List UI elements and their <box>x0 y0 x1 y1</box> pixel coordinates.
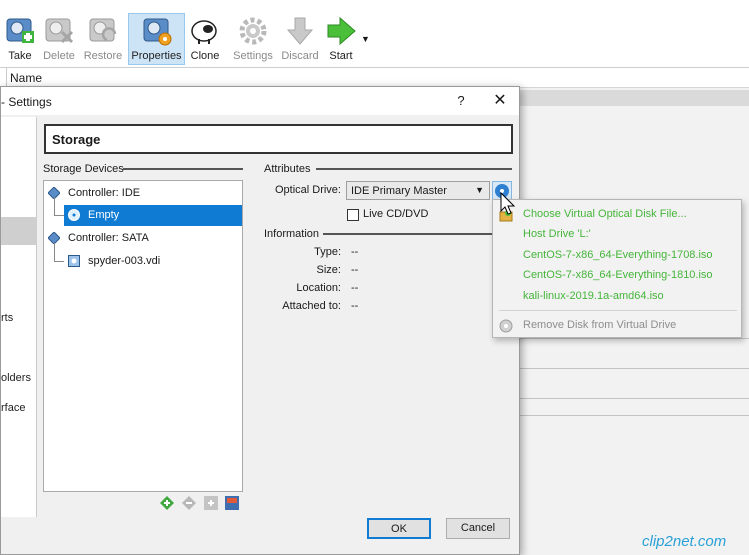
settings-button[interactable]: Settings <box>231 14 275 66</box>
tree-connector <box>54 197 55 215</box>
type-label: Type: <box>314 246 341 258</box>
menu-item-iso[interactable]: CentOS-7-x86_64-Everything-1708.iso <box>523 249 713 261</box>
chevron-down-icon: ▼ <box>475 185 484 195</box>
sheep-icon <box>191 20 217 44</box>
category-fragment[interactable]: rts <box>1 312 13 324</box>
page-title: Storage <box>52 132 101 147</box>
clone-label: Clone <box>190 50 220 62</box>
location-label: Location: <box>296 282 341 294</box>
dialog-titlebar: - Settings ? ✕ <box>1 87 519 115</box>
take-snapshot-icon <box>6 18 34 43</box>
take-snapshot-button[interactable]: Take <box>2 14 38 66</box>
attached-to-value: -- <box>351 300 359 312</box>
tree-connector <box>54 215 64 216</box>
menu-item-choose-file[interactable]: Choose Virtual Optical Disk File... <box>523 208 687 220</box>
restore-snapshot-icon <box>89 18 117 42</box>
start-dropdown-icon[interactable]: ▼ <box>361 34 370 44</box>
settings-dialog: - Settings ? ✕ rts olders rface Storage … <box>0 86 520 555</box>
storage-devices-label: Storage Devices <box>43 163 124 175</box>
tree-disk-empty[interactable]: Empty <box>64 205 242 226</box>
optical-disc-icon <box>68 209 80 221</box>
page-title-box: Storage <box>44 124 513 154</box>
tree-connector <box>54 243 55 261</box>
ok-button[interactable]: OK <box>367 518 431 539</box>
tree-controller-sata[interactable]: Controller: SATA <box>44 228 242 249</box>
hard-disk-icon <box>68 255 80 267</box>
delete-snapshot-button[interactable]: Delete <box>40 14 78 66</box>
header-divider <box>6 68 7 88</box>
group-rule <box>316 168 512 170</box>
start-button[interactable]: Start <box>323 14 359 66</box>
properties-icon <box>143 18 171 46</box>
menu-item-iso[interactable]: CentOS-7-x86_64-Everything-1810.iso <box>523 269 713 281</box>
menu-item-iso[interactable]: kali-linux-2019.1a-amd64.iso <box>523 290 664 302</box>
discard-label: Discard <box>281 50 319 62</box>
details-divider <box>520 415 749 416</box>
properties-button[interactable]: Properties <box>128 13 185 65</box>
category-fragment[interactable]: olders <box>1 372 31 384</box>
restore-snapshot-button[interactable]: Restore <box>82 14 124 66</box>
gear-icon <box>239 17 267 45</box>
live-cd-checkbox[interactable] <box>347 209 359 221</box>
close-button[interactable]: ✕ <box>489 91 511 111</box>
optical-drive-value: IDE Primary Master <box>351 185 447 197</box>
category-fragment[interactable]: rface <box>1 402 25 414</box>
details-divider <box>520 398 749 399</box>
remove-attachment-icon[interactable] <box>224 495 240 511</box>
arrow-down-icon <box>286 17 314 45</box>
main-toolbar: Take Delete Restore Properties Clone Set… <box>0 0 749 68</box>
menu-separator <box>499 310 737 311</box>
size-value: -- <box>351 264 359 276</box>
attributes-label: Attributes <box>264 163 311 175</box>
remove-disk-icon <box>499 319 513 333</box>
discard-button[interactable]: Discard <box>280 14 320 66</box>
delete-snapshot-icon <box>45 18 74 44</box>
optical-disk-menu: Choose Virtual Optical Disk File... Host… <box>492 199 742 338</box>
attached-to-label: Attached to: <box>282 300 341 312</box>
take-label: Take <box>8 50 32 62</box>
optical-drive-label: Optical Drive: <box>274 184 341 196</box>
add-controller-icon[interactable] <box>159 495 175 511</box>
tree-label: Controller: SATA <box>68 232 149 244</box>
restore-label: Restore <box>83 50 123 62</box>
details-divider <box>520 338 749 339</box>
help-button[interactable]: ? <box>450 91 472 111</box>
properties-label: Properties <box>131 50 182 62</box>
tree-label: Empty <box>88 209 120 221</box>
watermark-logo: clip2net.com <box>642 533 727 550</box>
tree-label: spyder-003.vdi <box>88 255 161 267</box>
optical-drive-select[interactable]: IDE Primary Master ▼ <box>346 181 490 200</box>
menu-item-host-drive[interactable]: Host Drive 'L:' <box>523 228 591 240</box>
type-value: -- <box>351 246 359 258</box>
category-storage-selected[interactable] <box>1 217 37 245</box>
storage-tree[interactable]: Controller: IDE Empty Controller: SATA s… <box>43 180 243 492</box>
location-value: -- <box>351 282 359 294</box>
start-label: Start <box>329 50 353 62</box>
delete-label: Delete <box>43 50 75 62</box>
dialog-title: - Settings <box>1 95 52 109</box>
live-cd-label: Live CD/DVD <box>363 208 429 220</box>
remove-controller-icon[interactable] <box>181 495 197 511</box>
add-attachment-icon[interactable] <box>203 495 219 511</box>
settings-label: Settings <box>233 50 273 62</box>
clone-button[interactable]: Clone <box>188 14 222 66</box>
menu-item-remove-disk[interactable]: Remove Disk from Virtual Drive <box>523 319 676 331</box>
information-label: Information <box>264 228 320 240</box>
name-column-label: Name <box>10 71 43 85</box>
group-rule <box>123 168 243 170</box>
vm-list-header: Name <box>0 68 749 88</box>
tree-controller-ide[interactable]: Controller: IDE <box>44 183 242 204</box>
arrow-right-icon <box>327 16 356 46</box>
details-divider <box>520 368 749 369</box>
group-rule <box>323 233 512 235</box>
tree-label: Controller: IDE <box>68 187 141 199</box>
details-band <box>520 90 749 106</box>
tree-disk-vdi[interactable]: spyder-003.vdi <box>64 251 242 272</box>
tree-connector <box>54 261 64 262</box>
settings-category-list: rts olders rface <box>1 117 37 517</box>
mouse-cursor-icon <box>500 192 516 215</box>
cancel-button[interactable]: Cancel <box>446 518 510 539</box>
size-label: Size: <box>316 264 341 276</box>
